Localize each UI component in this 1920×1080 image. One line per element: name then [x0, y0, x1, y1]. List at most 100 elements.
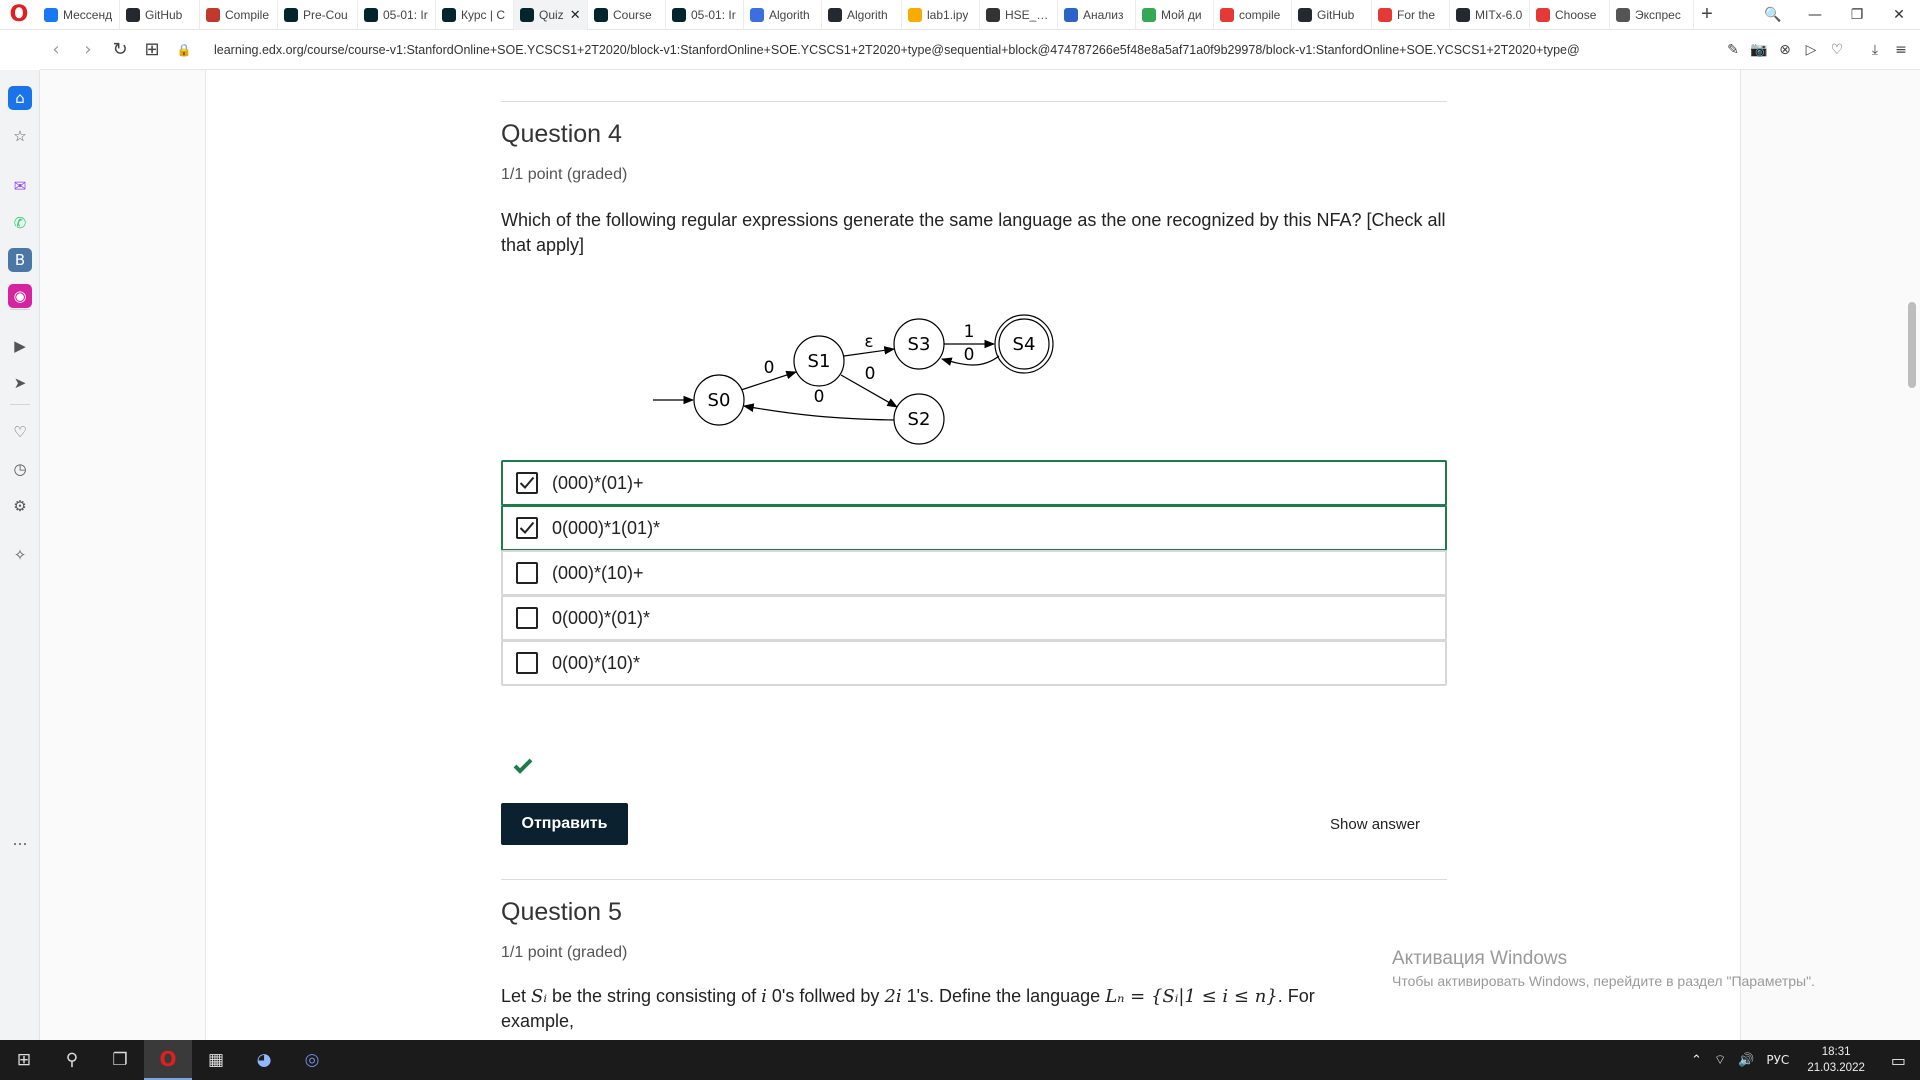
- tab-8[interactable]: 05-01: Ir: [666, 0, 744, 30]
- adblock-icon[interactable]: ⊗: [1772, 30, 1798, 70]
- checkbox[interactable]: [516, 562, 538, 584]
- answer-choice[interactable]: 0(000)*1(01)*: [501, 505, 1447, 551]
- easy-setup-icon[interactable]: ≡: [1888, 30, 1914, 70]
- new-tab-button[interactable]: +: [1694, 0, 1720, 30]
- tab-11[interactable]: lab1.ipy: [902, 0, 980, 30]
- sidebar-messenger-icon[interactable]: ✉: [8, 174, 32, 198]
- tab-2[interactable]: Compile: [200, 0, 278, 30]
- question-5-points: 1/1 point (graded): [501, 944, 628, 961]
- discord-taskbar-icon[interactable]: ◎: [288, 1040, 336, 1080]
- answer-choice[interactable]: 0(000)*(01)*: [501, 595, 1447, 641]
- lock-icon[interactable]: 🔒: [168, 30, 200, 70]
- reload-button[interactable]: ↻: [104, 30, 136, 70]
- opera-taskbar-icon[interactable]: O: [144, 1040, 192, 1080]
- send-icon[interactable]: ▷: [1798, 30, 1824, 70]
- sidebar-settings-icon[interactable]: ⚙: [8, 494, 32, 518]
- tab-title: MITx-6.0: [1475, 7, 1523, 22]
- tab-6[interactable]: Quiz ✕: [514, 0, 588, 30]
- tab-7[interactable]: Course: [588, 0, 666, 30]
- tab-favicon-icon: [594, 7, 608, 22]
- tab-search-icon[interactable]: 🔍: [1752, 0, 1794, 30]
- nfa-transition-label: 0: [814, 387, 825, 407]
- checkbox[interactable]: [516, 517, 538, 539]
- tab-17[interactable]: For the: [1372, 0, 1450, 30]
- tab-4[interactable]: 05-01: Ir: [358, 0, 436, 30]
- sidebar-instagram-icon[interactable]: ◉: [8, 284, 32, 308]
- clock[interactable]: 18:31 21.03.2022: [1795, 1044, 1877, 1076]
- submit-button[interactable]: Отправить: [501, 803, 628, 845]
- tab-19[interactable]: Choose: [1530, 0, 1610, 30]
- opera-menu-icon[interactable]: O: [0, 0, 38, 30]
- network-icon[interactable]: ⌔: [1708, 1052, 1732, 1068]
- tab-15[interactable]: compile: [1214, 0, 1292, 30]
- sidebar-bulb-icon[interactable]: ✧: [8, 543, 32, 567]
- checkbox[interactable]: [516, 472, 538, 494]
- tab-13[interactable]: Анализ: [1058, 0, 1136, 30]
- camera-icon[interactable]: 📷: [1746, 30, 1772, 70]
- app-taskbar-icon[interactable]: ◕: [240, 1040, 288, 1080]
- nfa-transition-label: 0: [964, 345, 975, 365]
- tab-5[interactable]: Курс | C: [436, 0, 514, 30]
- sidebar-bookmarks-icon[interactable]: ☆: [8, 124, 32, 148]
- close-window-button[interactable]: ✕: [1878, 0, 1920, 30]
- close-tab-icon[interactable]: ✕: [570, 7, 581, 23]
- tab-18[interactable]: MITx-6.0: [1450, 0, 1530, 30]
- checkbox[interactable]: [516, 652, 538, 674]
- tab-title: 05-01: Ir: [691, 7, 736, 22]
- search-icon[interactable]: ⚲: [48, 1040, 96, 1080]
- tab-1[interactable]: GitHub: [120, 0, 200, 30]
- tab-9[interactable]: Algorith: [744, 0, 822, 30]
- tab-16[interactable]: GitHub: [1292, 0, 1372, 30]
- answer-choice[interactable]: 0(00)*(10)*: [501, 640, 1447, 686]
- language-indicator[interactable]: РУС: [1760, 1053, 1795, 1067]
- window-controls: 🔍 — ❐ ✕: [1752, 0, 1920, 30]
- tab-title: lab1.ipy: [927, 7, 969, 22]
- tab-favicon-icon: [1064, 7, 1078, 22]
- task-view-icon[interactable]: ❐: [96, 1040, 144, 1080]
- checkbox[interactable]: [516, 607, 538, 629]
- sidebar-more-icon[interactable]: …: [8, 828, 32, 852]
- tab-14[interactable]: Мой ди: [1136, 0, 1214, 30]
- sidebar-send-icon[interactable]: ➤: [8, 371, 32, 395]
- sidebar-player-icon[interactable]: ▶: [8, 334, 32, 358]
- app-taskbar-icon[interactable]: ▦: [192, 1040, 240, 1080]
- checkmark-icon: [519, 521, 535, 534]
- nfa-diagram: 0 ε 0 0 1 0 S0 S1 S2 S3 S4: [653, 314, 1054, 445]
- back-button[interactable]: ‹: [40, 30, 72, 70]
- tab-12[interactable]: HSE_opt: [980, 0, 1058, 30]
- tab-title: Quiz: [539, 7, 564, 22]
- nfa-state-label: S0: [708, 390, 731, 411]
- heart-icon[interactable]: ♡: [1824, 30, 1850, 70]
- address-bar: ‹ › ↻ ⊞ 🔒 learning.edx.org/course/course…: [40, 30, 1920, 70]
- sidebar-heart-icon[interactable]: ♡: [8, 420, 32, 444]
- tabs-grid-icon[interactable]: ⊞: [136, 30, 168, 70]
- restore-button[interactable]: ❐: [1836, 0, 1878, 30]
- tab-title: Course: [613, 7, 652, 22]
- sidebar-history-icon[interactable]: ◷: [8, 457, 32, 481]
- tab-3[interactable]: Pre-Cou: [278, 0, 358, 30]
- edit-icon[interactable]: ✎: [1720, 30, 1746, 70]
- sidebar-vk-icon[interactable]: В: [8, 248, 32, 272]
- forward-button[interactable]: ›: [72, 30, 104, 70]
- show-answer-button[interactable]: Show answer: [1330, 816, 1420, 833]
- tab-0[interactable]: Мессенд: [38, 0, 120, 30]
- url-field[interactable]: learning.edx.org/course/course-v1:Stanfo…: [214, 43, 1714, 57]
- download-icon[interactable]: ⤓: [1862, 30, 1888, 70]
- question-5-title: Question 5: [501, 898, 622, 926]
- tab-favicon-icon: [908, 7, 922, 22]
- start-button[interactable]: ⊞: [0, 1040, 48, 1080]
- tab-20[interactable]: Экспрес: [1610, 0, 1694, 30]
- sidebar-whatsapp-icon[interactable]: ✆: [8, 211, 32, 235]
- minimize-button[interactable]: —: [1794, 0, 1836, 30]
- sidebar-home-icon[interactable]: ⌂: [8, 86, 32, 110]
- answer-choice[interactable]: (000)*(10)+: [501, 550, 1447, 596]
- tab-favicon-icon: [750, 7, 764, 22]
- tab-10[interactable]: Algorith: [822, 0, 902, 30]
- page-scrollbar[interactable]: [1904, 70, 1920, 1040]
- tray-overflow-icon[interactable]: ⌃: [1685, 1053, 1708, 1068]
- volume-icon[interactable]: 🔊: [1732, 1053, 1760, 1068]
- nfa-state-label: S1: [808, 351, 831, 372]
- answer-choice[interactable]: (000)*(01)+: [501, 460, 1447, 506]
- notifications-icon[interactable]: ▭: [1877, 1051, 1920, 1070]
- scrollbar-thumb[interactable]: [1908, 302, 1916, 388]
